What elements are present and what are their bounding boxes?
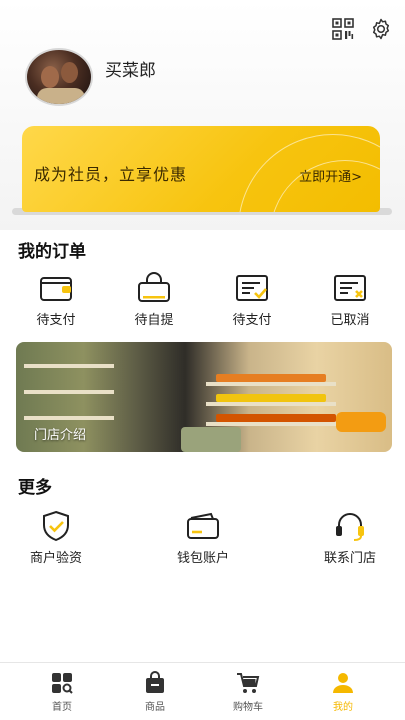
bottom-tab-bar: 首页 商品 购物车 我的 <box>0 662 405 720</box>
profile-header: 买菜郎 <box>25 48 156 106</box>
membership-title: 成为社员，立享优惠 <box>34 165 188 184</box>
contact-store-label: 联系门店 <box>323 551 376 566</box>
tab-label: 商品 <box>145 702 165 713</box>
tab-label: 首页 <box>52 702 72 713</box>
store-intro-banner[interactable]: 门店介绍 <box>16 342 392 452</box>
bag-icon <box>146 671 164 693</box>
top-actions <box>331 17 393 41</box>
merchant-verification-label: 商户验资 <box>29 551 82 566</box>
user-icon <box>333 673 353 693</box>
membership-card[interactable]: 成为社员，立享优惠 立即开通> <box>22 126 380 212</box>
order-pending-pickup[interactable]: 待自提 <box>124 272 184 328</box>
settings-gear-icon[interactable] <box>369 17 393 41</box>
open-membership-link[interactable]: 立即开通> <box>299 166 362 185</box>
order-label: 已取消 <box>330 313 370 328</box>
wallet-account-label: 钱包账户 <box>176 551 229 566</box>
store-intro-label: 门店介绍 <box>34 428 87 443</box>
order-pending-payment[interactable]: 待支付 <box>26 272 86 328</box>
order-label: 待支付 <box>36 313 76 328</box>
tab-products[interactable]: 商品 <box>120 671 190 713</box>
document-cancel-icon <box>334 275 366 301</box>
card-wallet-icon <box>187 512 219 539</box>
wallet-icon <box>40 277 72 301</box>
orders-row: 待支付 待自提 待支付 已取消 <box>0 272 405 332</box>
tab-label: 购物车 <box>233 702 263 713</box>
username: 买菜郎 <box>105 61 156 81</box>
headset-icon <box>336 513 364 541</box>
contact-store-item[interactable]: 联系门店 <box>318 510 382 566</box>
cart-icon <box>237 673 260 693</box>
tab-cart[interactable]: 购物车 <box>213 671 283 713</box>
tab-label: 我的 <box>333 702 353 713</box>
wallet-account-item[interactable]: 钱包账户 <box>173 510 233 566</box>
order-awaiting[interactable]: 待支付 <box>222 272 282 328</box>
order-label: 待支付 <box>232 313 272 328</box>
tab-mine[interactable]: 我的 <box>308 671 378 713</box>
shield-check-icon <box>43 510 69 542</box>
orders-section-title: 我的订单 <box>18 242 86 262</box>
merchant-verification-item[interactable]: 商户验资 <box>26 510 86 566</box>
order-cancelled[interactable]: 已取消 <box>320 272 380 328</box>
qr-code-icon[interactable] <box>331 17 355 41</box>
tab-home[interactable]: 首页 <box>27 671 97 713</box>
more-row: 商户验资 钱包账户 联系门店 <box>0 510 405 570</box>
home-grid-icon <box>52 673 73 694</box>
document-check-icon <box>236 275 268 301</box>
shopping-bag-icon <box>138 272 170 302</box>
order-label: 待自提 <box>134 313 174 328</box>
more-section-title: 更多 <box>18 478 52 498</box>
avatar[interactable] <box>25 48 93 106</box>
